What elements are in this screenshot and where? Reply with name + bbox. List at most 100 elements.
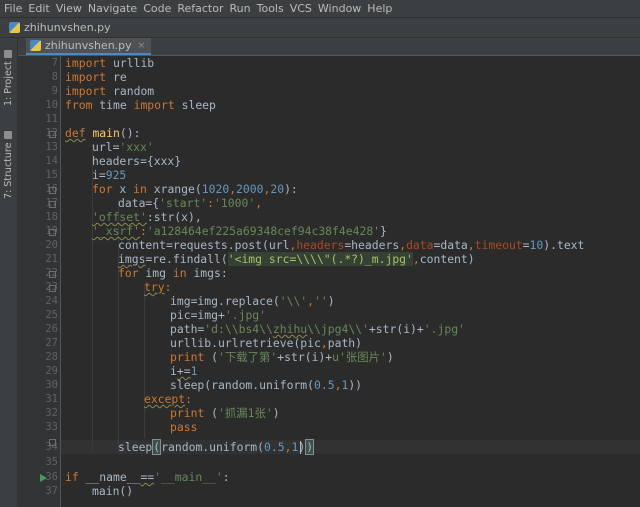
code-token: headers (296, 238, 345, 252)
code-token: for (92, 182, 113, 196)
code-token: random.uniform( (161, 440, 265, 454)
close-icon[interactable]: × (138, 41, 146, 51)
code-token: i (170, 364, 177, 378)
fold-marker-icon[interactable] (49, 229, 56, 236)
fold-marker-icon[interactable] (49, 187, 56, 194)
code-token: except (144, 392, 186, 406)
line-number: 25 (45, 309, 58, 321)
code-token: data={ (118, 196, 160, 210)
menu-help[interactable]: Help (364, 2, 395, 15)
code-token: 0.5 (314, 378, 335, 392)
line-number: 30 (45, 379, 58, 391)
line-number: 27 (45, 337, 58, 349)
editor-tab-zhihunvshen[interactable]: zhihunvshen.py × (26, 38, 152, 55)
code-line-21[interactable]: imgs=re.findall('<img src=\\\\"(.*?)_m.j… (118, 252, 475, 266)
code-line-33[interactable]: pass (170, 420, 197, 434)
menu-run[interactable]: Run (227, 2, 254, 15)
code-token: img (138, 266, 173, 280)
structure-tool-tab[interactable]: 7: Structure (0, 126, 17, 204)
code-token: path= (170, 322, 205, 336)
menu-bar: File Edit View Navigate Code Refactor Ru… (0, 0, 640, 18)
fold-marker-icon[interactable] (49, 285, 56, 292)
code-line-14[interactable]: headers={xxx} (92, 154, 181, 168)
code-token: content=requests.post(url (118, 238, 290, 252)
code-token: in (133, 182, 147, 196)
code-line-24[interactable]: img=img.replace('\\','') (170, 294, 335, 308)
editor-tab-label: zhihunvshen.py (45, 39, 132, 52)
fold-marker-icon[interactable] (49, 131, 56, 138)
code-line-28[interactable]: print ('下载了第'+str(i)+u'张图片') (170, 350, 394, 364)
code-token: : (140, 224, 147, 238)
code-token: 0.5 (264, 440, 285, 454)
code-token: '\\' (279, 294, 308, 308)
code-token: ( (204, 406, 219, 420)
code-token: 10 (529, 238, 544, 252)
code-token: 'start' (159, 196, 208, 210)
code-token: sleep(random.uniform( (170, 378, 315, 392)
code-line-16[interactable]: for x in xrange(1020,2000,20): (92, 182, 298, 196)
code-line-13[interactable]: url='xxx' (92, 140, 154, 154)
project-tool-tab[interactable]: 1: Project (0, 44, 17, 112)
menu-edit[interactable]: Edit (25, 2, 52, 15)
line-number: 20 (45, 239, 58, 251)
menu-file[interactable]: File (0, 2, 25, 15)
code-token: import (133, 98, 175, 112)
code-token: import (65, 56, 107, 70)
line-number: 36 (45, 471, 58, 483)
code-token: '<img src=\\\\"(.*?)_m.jpg' (227, 252, 413, 266)
code-token: 2000 (236, 182, 264, 196)
code-token: print (170, 350, 205, 364)
code-token: '下载了第' (218, 350, 278, 364)
line-number: 15 (45, 169, 58, 181)
code-token: import (65, 70, 107, 84)
code-line-9[interactable]: import random (65, 84, 154, 98)
menu-navigate[interactable]: Navigate (85, 2, 140, 15)
code-line-27[interactable]: urllib.urlretrieve(pic,path) (170, 336, 362, 350)
code-line-18[interactable]: 'offset':str(x), (92, 210, 202, 224)
code-line-20[interactable]: content=requests.post(url, headers=header… (118, 238, 584, 252)
code-line-12[interactable]: def main(): (65, 126, 140, 140)
code-line-37[interactable]: main() (92, 484, 133, 498)
code-token: i= (92, 168, 106, 182)
code-line-34[interactable]: sleep(random.uniform(0.5,1)) (118, 439, 315, 455)
code-line-22[interactable]: for img in imgs: (118, 266, 228, 280)
code-token: content) (419, 252, 475, 266)
line-number: 14 (45, 155, 58, 167)
menu-window[interactable]: Window (315, 2, 364, 15)
code-line-7[interactable]: import urllib (65, 56, 154, 70)
code-line-32[interactable]: print ('抓漏1张') (170, 406, 280, 420)
code-token: : (164, 280, 172, 294)
editor-tab-bar: zhihunvshen.py × (18, 38, 640, 56)
code-line-29[interactable]: i+=1 (170, 364, 197, 378)
run-icon[interactable] (40, 474, 47, 482)
code-line-19[interactable]: '_xsrf':'a128464ef225a69348cef94c38f4e42… (92, 224, 387, 238)
code-line-8[interactable]: import re (65, 70, 127, 84)
code-token: = (522, 238, 530, 252)
code-line-36[interactable]: if __name__=='__main__': (65, 470, 230, 484)
code-line-23[interactable]: try: (144, 280, 171, 294)
text-caret (300, 441, 301, 454)
fold-marker-icon[interactable] (49, 439, 56, 446)
code-line-26[interactable]: path='d:\\bs4\\zhihu\\jpg4\\'+str(i)+'.j… (170, 322, 465, 336)
menu-view[interactable]: View (53, 2, 85, 15)
code-token: x (112, 182, 134, 196)
code-line-17[interactable]: data={'start':'1000', (118, 196, 262, 210)
line-number: 9 (51, 85, 58, 97)
code-line-31[interactable]: except: (144, 392, 192, 406)
menu-tools[interactable]: Tools (254, 2, 287, 15)
fold-marker-icon[interactable] (49, 271, 56, 278)
code-token: timeout (474, 238, 523, 252)
code-line-15[interactable]: i=925 (92, 168, 126, 182)
code-token: ): (284, 182, 298, 196)
code-token: pic=img+ (170, 308, 225, 322)
menu-refactor[interactable]: Refactor (174, 2, 226, 15)
code-line-10[interactable]: from time import sleep (65, 98, 216, 112)
code-line-25[interactable]: pic=img+'.jpg' (170, 308, 266, 322)
structure-icon (4, 131, 13, 140)
menu-vcs[interactable]: VCS (287, 2, 315, 15)
fold-marker-icon[interactable] (49, 201, 56, 208)
code-token: path) (327, 336, 363, 350)
code-line-30[interactable]: sleep(random.uniform(0.5,1)) (170, 378, 362, 392)
menu-code[interactable]: Code (140, 2, 174, 15)
breadcrumb-file[interactable]: zhihunvshen.py (24, 21, 111, 34)
